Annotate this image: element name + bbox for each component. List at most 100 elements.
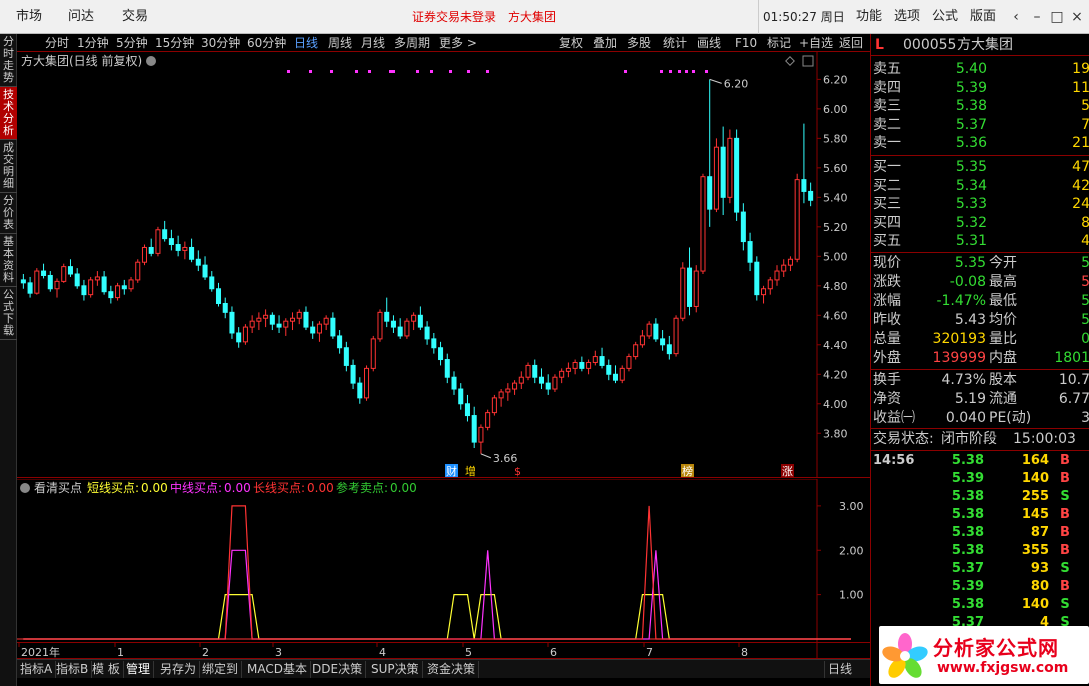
quote-row[interactable]: 外盘 139999 内盘 1801 [871, 349, 1089, 368]
menu-options[interactable]: 选项 [894, 0, 920, 34]
candle-body [189, 246, 195, 260]
ask-row[interactable]: 卖二 5.37 7 [871, 116, 1089, 134]
bid-row[interactable]: 买三 5.33 24 [871, 195, 1089, 213]
vtab-price-table[interactable]: 分价表 [0, 193, 17, 234]
bottom-tab[interactable]: 指标B [53, 661, 93, 678]
bottom-tab-manage[interactable]: 管理 [123, 661, 155, 678]
bottom-tab[interactable]: 另存为 [157, 661, 201, 678]
period-tab[interactable]: 周线 [328, 34, 352, 52]
ask-row[interactable]: 卖四 5.39 11 [871, 79, 1089, 97]
bid-row[interactable]: 买二 5.34 42 [871, 177, 1089, 195]
tool-button[interactable]: 叠加 [593, 34, 617, 52]
trade-state-row[interactable]: 交易状态: 闭市阶段 15:00:03 [871, 430, 1089, 449]
vtab-technical[interactable]: 技术分析 [0, 87, 17, 140]
indicator-svg[interactable]: 看清买点 短线买点: 0.00 中线买点: 0.00 长线买点: 0.00 参考卖点: 0.00… [17, 478, 870, 643]
period-tab-daily[interactable]: 日线 [294, 34, 318, 52]
candle-body [316, 323, 322, 334]
menu-wenda[interactable]: 问达 [68, 0, 94, 34]
period-tab[interactable]: 15分钟 [155, 34, 194, 52]
quote-row[interactable]: 涨跌 -0.08 最高 5 [871, 273, 1089, 292]
candle-body [47, 274, 53, 290]
back-icon[interactable]: ‹ [1006, 0, 1026, 34]
period-tab[interactable]: 5分钟 [116, 34, 148, 52]
quote-row[interactable]: 现价 5.35 今开 5 [871, 254, 1089, 273]
tick-row[interactable]: 5.38 87 B [871, 524, 1089, 542]
vtab-intraday[interactable]: 分时走势 [0, 34, 17, 87]
tool-button[interactable]: 统计 [663, 34, 687, 52]
y-tick-label: 2.00 [839, 544, 864, 557]
top-menu-bar: 市场 问达 交易 证券交易未登录 方大集团 01:50:27 周日 功能 选项 … [0, 0, 1089, 34]
vtab-trades[interactable]: 成交明细 [0, 140, 17, 193]
menu-market[interactable]: 市场 [16, 0, 42, 34]
tick-row[interactable]: 5.38 145 B [871, 506, 1089, 524]
menu-trade[interactable]: 交易 [122, 0, 148, 34]
tick-row[interactable]: 5.38 355 B [871, 542, 1089, 560]
bottom-tab[interactable]: 指标A [17, 661, 57, 678]
quote-value: -1.47% [936, 293, 986, 309]
tick-row[interactable]: 5.38 255 S [871, 488, 1089, 506]
indicator-chart[interactable]: 看清买点 短线买点: 0.00 中线买点: 0.00 长线买点: 0.00 参考卖点: 0.00… [17, 478, 870, 643]
candle-body [727, 137, 733, 198]
add-watchlist-button[interactable]: +自选 [799, 34, 833, 52]
bottom-tab[interactable]: MACD基本 [244, 661, 311, 678]
candlestick-chart[interactable]: 方大集团(日线 前复权) 6.20 6.00 5.80 5.60 5.40 5.20 5.00… [17, 52, 870, 478]
quote-row[interactable]: 换手 4.73% 股本 10.7 [871, 371, 1089, 390]
legend-label: 短线买点: [87, 481, 139, 495]
bottom-tab[interactable]: 资金决策 [424, 661, 480, 678]
quote-row[interactable]: 昨收 5.43 均价 5 [871, 311, 1089, 330]
period-tab[interactable]: 30分钟 [201, 34, 240, 52]
tick-volume: 140 [1021, 471, 1049, 486]
tool-button[interactable]: 标记 [767, 34, 791, 52]
menu-function[interactable]: 功能 [856, 0, 882, 34]
candle-body [572, 361, 578, 369]
tick-row[interactable]: 5.39 140 B [871, 470, 1089, 488]
candle-body [67, 266, 73, 275]
bottom-tab[interactable]: SUP决策 [368, 661, 423, 678]
candle-body [128, 279, 134, 290]
quote-row[interactable]: 总量 320193 量比 0 [871, 330, 1089, 349]
tick-volume: 140 [1021, 597, 1049, 612]
tool-button[interactable]: 画线 [697, 34, 721, 52]
tool-button[interactable]: 复权 [559, 34, 583, 52]
quote-row[interactable]: 涨幅 -1.47% 最低 5 [871, 292, 1089, 311]
menu-formula[interactable]: 公式 [932, 0, 958, 34]
logo-name: 分析家公式网 [933, 636, 1059, 660]
login-status[interactable]: 证券交易未登录 方大集团 [412, 0, 556, 34]
window-icon [802, 55, 814, 67]
tick-row[interactable]: 5.37 93 S [871, 560, 1089, 578]
vtab-profile[interactable]: 基本资料 [0, 234, 17, 287]
close-icon[interactable]: × [1067, 0, 1087, 34]
ask-label: 卖三 [873, 98, 901, 114]
bid-volume: 8 [1081, 214, 1089, 231]
bid-row[interactable]: 买五 5.31 4 [871, 232, 1089, 250]
quote-row[interactable]: 净资 5.19 流通 6.77 [871, 390, 1089, 409]
menu-layout[interactable]: 版面 [970, 0, 996, 34]
bid-row[interactable]: 买四 5.32 8 [871, 214, 1089, 232]
tick-row[interactable]: 5.39 80 B [871, 578, 1089, 596]
tick-row[interactable]: 14:56 5.38 164 B [871, 452, 1089, 470]
tool-button[interactable]: F10 [735, 34, 757, 52]
ask-row[interactable]: 卖三 5.38 5 [871, 97, 1089, 115]
ask-row[interactable]: 卖一 5.36 21 [871, 134, 1089, 152]
back-button[interactable]: 返回 [839, 34, 863, 52]
quote-label: 内盘 [989, 350, 1017, 366]
tick-row[interactable]: 5.38 140 S [871, 596, 1089, 614]
ask-row[interactable]: 卖五 5.40 19 [871, 60, 1089, 78]
period-tab[interactable]: 1分钟 [77, 34, 109, 52]
bottom-tab[interactable]: 绑定到 [199, 661, 243, 678]
period-tab[interactable]: 多周期 [394, 34, 430, 52]
vtab-formula-download[interactable]: 公式下载 [0, 287, 17, 340]
period-tab[interactable]: 60分钟 [247, 34, 286, 52]
quote-row[interactable]: 收益㈠ 0.040 PE(动) 3 [871, 409, 1089, 428]
candle-body [673, 317, 679, 355]
bottom-tab[interactable]: 模 板 [89, 661, 124, 678]
more-periods[interactable]: 更多 > [439, 34, 477, 52]
period-tab[interactable]: 月线 [361, 34, 385, 52]
minimize-icon[interactable]: – [1027, 0, 1047, 34]
period-tab[interactable]: 分时 [45, 34, 69, 52]
bid-row[interactable]: 买一 5.35 47 [871, 158, 1089, 176]
maximize-icon[interactable]: □ [1047, 0, 1067, 34]
bottom-tab[interactable]: DDE决策 [309, 661, 367, 678]
candlestick-svg[interactable]: 方大集团(日线 前复权) 6.20 6.00 5.80 5.60 5.40 5.20 5.00… [17, 52, 870, 478]
tool-button[interactable]: 多股 [627, 34, 651, 52]
